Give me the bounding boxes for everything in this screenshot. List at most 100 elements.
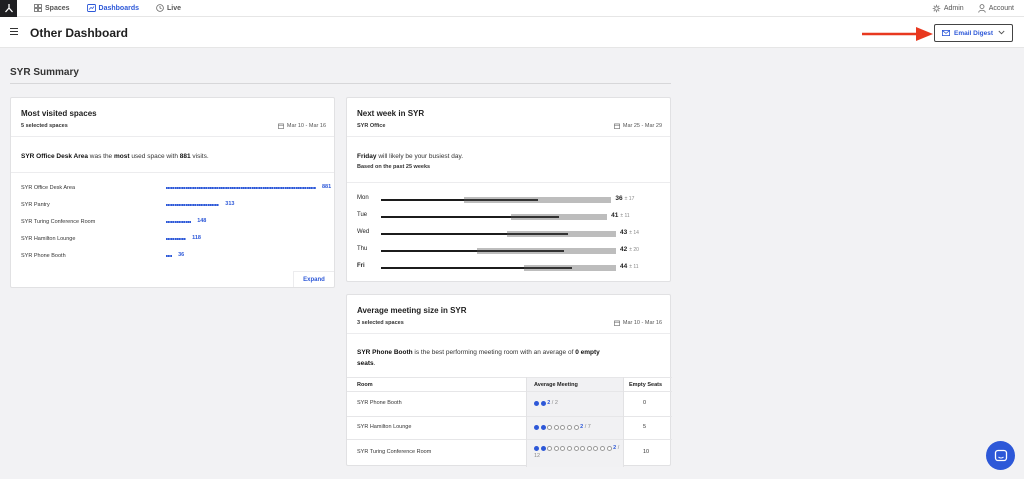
seat-empty-icon [580,445,586,451]
forecast-row: Fri 44 ± 11 [357,261,672,273]
forecast-day: Tue [357,212,368,218]
next-week-date-text: Mar 25 - Mar 29 [622,123,662,129]
seat-empty-icon [560,424,566,430]
seat-empty-icon [553,445,559,451]
forecast-row: Mon 36 ± 17 [357,193,672,205]
seat-filled-icon [540,445,546,451]
nav-live[interactable]: Live [156,4,181,12]
forecast-range-mean [463,199,538,201]
most-visited-date-text: Mar 10 - Mar 16 [286,123,326,129]
forecast-day: Fri [357,263,365,269]
nav-spaces[interactable]: Spaces [34,4,70,12]
avg-meeting-title: Average meeting size in SYR [357,306,467,315]
meeting-dots: 2 / 7 [534,423,620,431]
space-label: SYR Hamilton Lounge [21,236,76,242]
summary-room-text: is the best performing meeting room with… [412,349,576,356]
summary-most: most [113,153,130,160]
col-room-header: Room [357,382,373,388]
most-visited-summary: SYR Office Desk Area was the most used s… [21,151,209,162]
forecast-day: Wed [357,229,370,235]
seat-empty-icon [547,424,553,430]
nav-right: Admin Account [932,0,1014,17]
summary-end: visits. [190,153,209,160]
seat-empty-icon [573,424,579,430]
nav-dashboards[interactable]: Dashboards [86,4,139,12]
calendar-icon [613,320,620,326]
email-digest-button[interactable]: Email Digest [934,24,1013,42]
forecast-number: 43 [620,229,628,236]
summary-seats-end: . [373,360,376,367]
forecast-value: 41 ± 11 [611,212,630,219]
forecast-number: 42 [620,246,628,253]
card-divider [347,182,670,183]
seat-empty-icon [606,445,612,451]
nav-dashboards-label: Dashboards [98,4,139,12]
space-label: SYR Office Desk Area [21,185,76,191]
calendar-icon [613,123,620,129]
meeting-fraction: 2 / 2 [547,400,558,406]
forecast-variance: ± 11 [629,264,639,270]
nav-admin-label: Admin [943,5,964,12]
col-avg-header: Average Meeting [534,382,578,388]
nav-spaces-label: Spaces [45,4,70,12]
col-empty-header: Empty Seats [629,382,663,388]
card-divider [347,136,670,137]
person-icon [978,4,986,13]
space-label: SYR Turing Conference Room [21,219,96,225]
visit-bar [166,187,316,189]
next-week-note: Based on the past 25 weeks [357,164,431,170]
room-name: SYR Turing Conference Room [357,449,432,455]
expand-button[interactable]: Expand [293,271,334,287]
email-digest-label: Email Digest [954,29,994,37]
section-divider [10,83,671,84]
clock-icon [156,4,164,12]
list-item: SYR Hamilton Lounge 118 [21,234,336,244]
summary-busiest-text: will likely be your busiest day. [376,153,464,160]
forecast-variance: ± 20 [629,247,639,253]
forecast-value: 44 ± 11 [620,263,639,270]
seat-empty-icon [573,445,579,451]
summary-busiest-day: Friday [357,153,377,160]
forecast-number: 41 [611,212,619,219]
top-nav: Spaces Dashboards Live Admin Account [0,0,1024,17]
next-week-card: Next week in SYR SYR Office Mar 25 - Mar… [346,97,671,282]
seat-filled-icon [534,400,539,406]
summary-mid: was the [87,153,114,160]
card-divider [347,333,670,334]
empty-seats: 5 [643,424,647,430]
summary-seats: 0 empty [575,349,600,356]
list-item: SYR Turing Conference Room 148 [21,217,336,227]
forecast-row: Tue 41 ± 11 [357,210,672,222]
seat-empty-icon [566,424,572,430]
forecast-day: Mon [357,195,369,201]
summary-mid2: used space with [129,153,180,160]
summary-space: SYR Office Desk Area [21,153,88,160]
forecast-value: 43 ± 14 [620,229,639,236]
annotation-arrow-icon [862,27,933,41]
section-title: SYR Summary [10,67,79,78]
chat-button[interactable] [986,441,1015,470]
forecast-range-mean [511,216,560,218]
nav-account[interactable]: Account [978,4,1014,13]
list-item: SYR Office Desk Area 881 [21,183,336,193]
visit-bar [166,221,192,223]
forecast-variance: ± 17 [624,196,635,202]
seat-empty-icon [553,424,559,430]
app-logo[interactable] [0,0,17,17]
next-week-summary: Friday will likely be your busiest day. [357,151,463,162]
hamburger-menu-icon[interactable] [10,28,18,35]
visit-count: 36 [178,252,185,258]
visit-bar [166,238,187,240]
card-divider [11,172,334,173]
nav-admin[interactable]: Admin [932,4,964,13]
forecast-range-mean [476,250,564,252]
forecast-row: Thu 42 ± 20 [357,244,672,256]
list-item: SYR Pantry 313 [21,200,336,210]
seat-filled-icon [534,445,539,451]
meeting-dots: 2 / 2 [534,399,620,407]
visit-count: 313 [225,201,235,207]
forecast-variance: ± 14 [629,230,639,236]
summary-room: SYR Phone Booth [357,349,413,356]
avg-meeting-date-text: Mar 10 - Mar 16 [622,320,662,326]
chat-icon [994,449,1007,461]
